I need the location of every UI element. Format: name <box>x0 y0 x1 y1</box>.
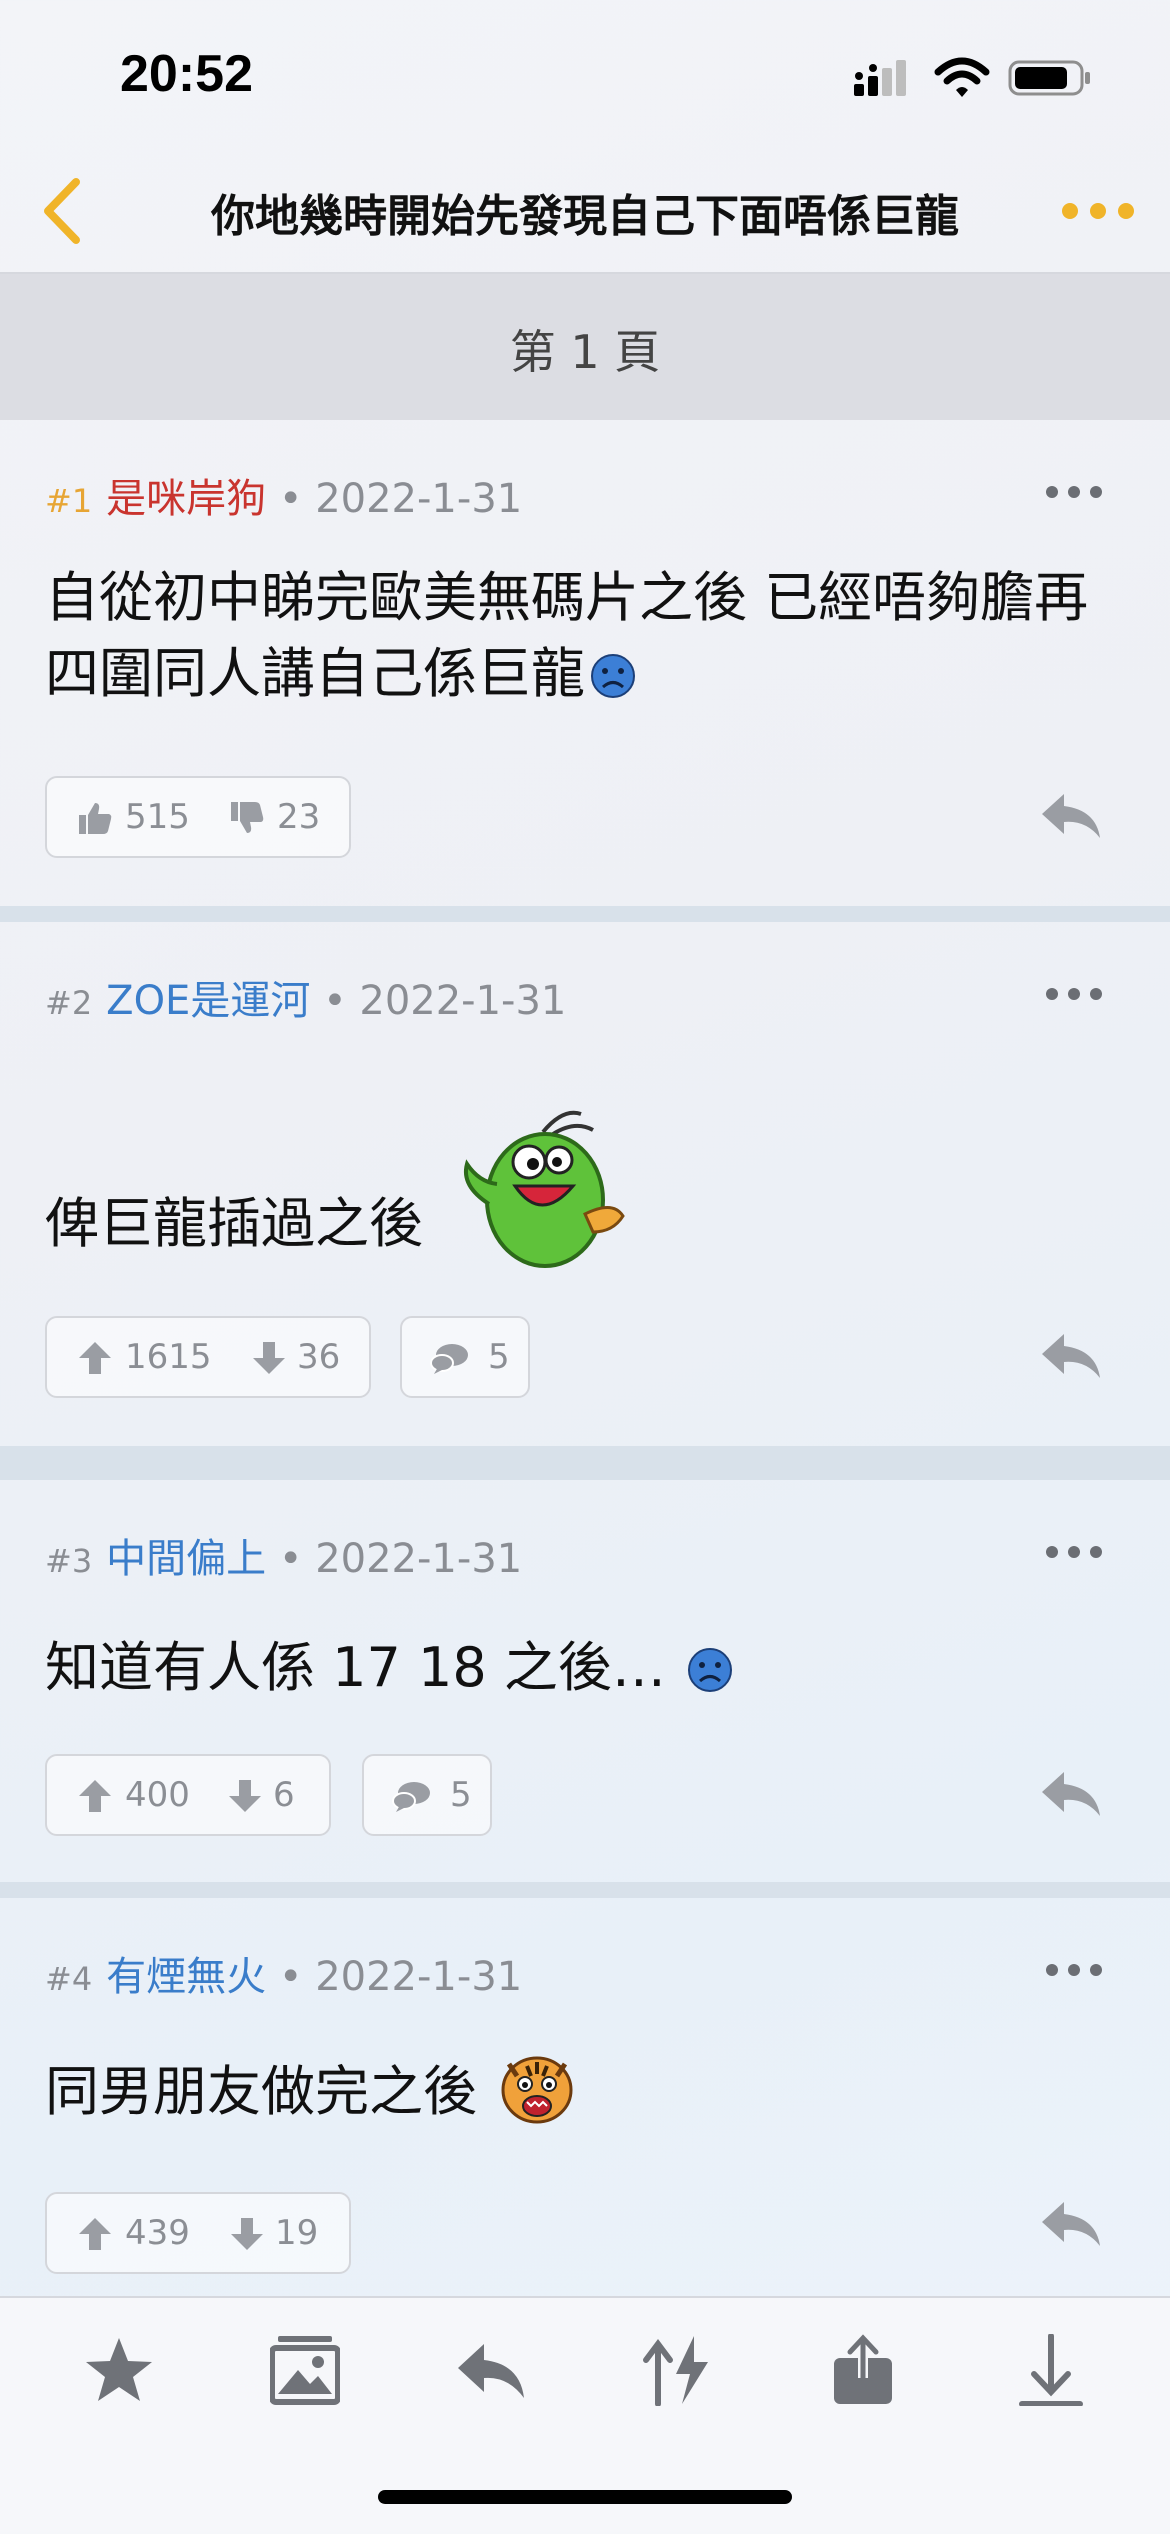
comments-button[interactable]: 5 <box>362 1754 492 1836</box>
post-more-icon[interactable] <box>1044 1542 1104 1562</box>
post-body: 自從初中睇完歐美無碼片之後 已經唔夠膽再四圍同人講自己係巨龍 <box>45 560 1135 712</box>
downvote-button[interactable]: 19 <box>229 2194 339 2272</box>
vote-box: 515 23 <box>45 776 351 858</box>
post-username[interactable]: ZOE是運河 <box>106 978 310 1024</box>
back-chevron-icon[interactable] <box>36 174 92 248</box>
wifi-icon <box>934 57 990 97</box>
reply-icon[interactable] <box>1040 790 1102 842</box>
thumbs-down-icon <box>231 802 264 833</box>
reply-icon[interactable] <box>1040 2198 1102 2250</box>
post-username[interactable]: 是咪岸狗 <box>106 476 266 522</box>
page-label: 第 1 頁 <box>509 325 661 379</box>
sort-icon[interactable] <box>642 2334 712 2406</box>
vote-box: 439 19 <box>45 2192 351 2274</box>
post-body: 同男朋友做完之後 <box>45 2050 1135 2130</box>
post-body: 知道有人係 17 18 之後… <box>45 1630 1135 1706</box>
post-text: 知道有人係 17 18 之後… <box>45 1636 666 1699</box>
post-username[interactable]: 有煙無火 <box>106 1954 266 2000</box>
post-meta: #2 ZOE是運河 • 2022-1-31 <box>45 968 566 1026</box>
post-separator <box>0 906 1170 922</box>
status-time: 20:52 <box>120 45 253 103</box>
arrow-down-icon <box>253 1342 285 1374</box>
post-meta: #3 中間偏上 • 2022-1-31 <box>45 1526 522 1584</box>
dislike-count: 23 <box>277 797 321 837</box>
upvote-count: 1615 <box>125 1337 212 1377</box>
post-separator <box>0 1446 1170 1480</box>
post-number: #3 <box>45 1542 93 1580</box>
green-bug-sticker <box>464 1110 625 1268</box>
post-username[interactable]: 中間偏上 <box>106 1536 266 1582</box>
upvote-count: 439 <box>125 2213 190 2253</box>
comment-count: 5 <box>450 1775 472 1815</box>
post-body: 俾巨龍插過之後 <box>45 1104 1135 1274</box>
post-more-icon[interactable] <box>1044 482 1104 502</box>
thumbs-up-icon <box>79 803 112 834</box>
tiger-sticker <box>501 2056 573 2124</box>
comment-count: 5 <box>488 1337 510 1377</box>
post-number: #2 <box>45 984 93 1022</box>
status-bar: 20:52 <box>0 0 1170 150</box>
post-meta: #4 有煙無火 • 2022-1-31 <box>45 1944 522 2002</box>
post-text: 同男朋友做完之後 <box>45 2060 477 2123</box>
post-date: • 2022-1-31 <box>278 1954 523 2000</box>
post-number: #1 <box>45 482 93 520</box>
post-separator <box>0 1882 1170 1898</box>
sad-face-icon <box>687 1648 732 1692</box>
star-icon[interactable] <box>84 2334 154 2406</box>
comment-bubble-icon <box>430 1344 468 1374</box>
post-4: #4 有煙無火 • 2022-1-31 同男朋友做完之後 439 19 <box>0 1898 1170 2296</box>
post-date: • 2022-1-31 <box>278 476 523 522</box>
arrow-up-icon <box>79 2218 111 2250</box>
home-indicator <box>378 2490 792 2504</box>
upvote-button[interactable]: 1615 <box>77 1318 227 1396</box>
reply-icon[interactable] <box>456 2334 526 2406</box>
post-1: #1 是咪岸狗 • 2022-1-31 自從初中睇完歐美無碼片之後 已經唔夠膽再四… <box>0 420 1170 906</box>
like-count: 515 <box>125 797 190 837</box>
arrow-up-icon <box>79 1342 111 1374</box>
downvote-button[interactable]: 36 <box>251 1318 361 1396</box>
post-2: #2 ZOE是運河 • 2022-1-31 俾巨龍插過之後 1615 36 5 <box>0 922 1170 1446</box>
arrow-down-icon <box>231 2218 263 2250</box>
more-options-icon[interactable] <box>1060 194 1136 228</box>
dislike-button[interactable]: 23 <box>229 778 339 856</box>
post-meta: #1 是咪岸狗 • 2022-1-31 <box>45 466 522 524</box>
vote-box: 1615 36 <box>45 1316 371 1398</box>
post-text: 自從初中睇完歐美無碼片之後 已經唔夠膽再四圍同人講自己係巨龍 <box>45 566 1089 705</box>
reply-icon[interactable] <box>1040 1330 1102 1382</box>
nav-bar: 你地幾時開始先發現自己下面唔係巨龍 <box>0 150 1170 274</box>
cellular-signal-icon <box>854 60 906 96</box>
downvote-button[interactable]: 6 <box>227 1756 317 1834</box>
post-number: #4 <box>45 1960 93 1998</box>
downvote-count: 19 <box>275 2213 319 2253</box>
post-more-icon[interactable] <box>1044 1960 1104 1980</box>
upvote-count: 400 <box>125 1775 190 1815</box>
post-date: • 2022-1-31 <box>278 1536 523 1582</box>
reply-icon[interactable] <box>1040 1768 1102 1820</box>
upvote-button[interactable]: 400 <box>77 1756 207 1834</box>
share-icon[interactable] <box>828 2334 898 2406</box>
post-3: #3 中間偏上 • 2022-1-31 知道有人係 17 18 之後… 400 6… <box>0 1480 1170 1882</box>
arrow-up-icon <box>79 1780 111 1812</box>
download-icon[interactable] <box>1016 2334 1086 2406</box>
downvote-count: 36 <box>297 1337 341 1377</box>
arrow-down-icon <box>229 1780 261 1812</box>
post-date: • 2022-1-31 <box>323 978 567 1024</box>
battery-icon <box>1008 60 1090 96</box>
comments-button[interactable]: 5 <box>400 1316 530 1398</box>
downvote-count: 6 <box>273 1775 295 1815</box>
comment-bubble-icon <box>392 1782 430 1812</box>
image-icon[interactable] <box>270 2334 340 2406</box>
like-button[interactable]: 515 <box>77 778 207 856</box>
vote-box: 400 6 <box>45 1754 331 1836</box>
post-more-icon[interactable] <box>1044 984 1104 1004</box>
sad-face-icon <box>591 654 635 698</box>
upvote-button[interactable]: 439 <box>77 2194 207 2272</box>
post-text: 俾巨龍插過之後 <box>45 1192 423 1255</box>
page-indicator: 第 1 頁 <box>0 274 1170 420</box>
thread-title: 你地幾時開始先發現自己下面唔係巨龍 <box>211 191 959 242</box>
